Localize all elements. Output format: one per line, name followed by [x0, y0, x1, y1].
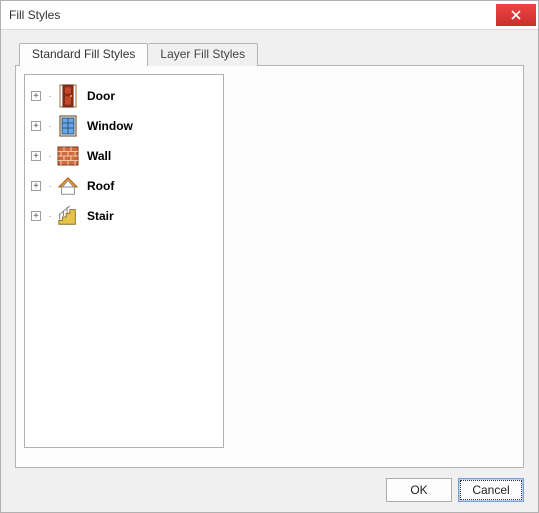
tab-layer-fill-styles[interactable]: Layer Fill Styles [148, 43, 258, 66]
expander-icon[interactable]: + [31, 211, 41, 221]
tree-item-door[interactable]: + · Door [29, 81, 219, 111]
tab-standard-fill-styles[interactable]: Standard Fill Styles [19, 43, 148, 66]
tree-connector: · [47, 91, 53, 101]
tree-item-roof[interactable]: + · Roof [29, 171, 219, 201]
stair-icon [57, 205, 79, 227]
tree-connector: · [47, 121, 53, 131]
tree-view[interactable]: + · Door + [24, 74, 224, 448]
dialog-button-row: OK Cancel [15, 468, 524, 502]
expander-icon[interactable]: + [31, 91, 41, 101]
expander-icon[interactable]: + [31, 121, 41, 131]
wall-icon [57, 145, 79, 167]
tree-item-label: Door [83, 89, 115, 103]
tree-item-label: Wall [83, 149, 111, 163]
tree-item-label: Window [83, 119, 133, 133]
tree-item-stair[interactable]: + · Stair [29, 201, 219, 231]
tree-item-wall[interactable]: + · [29, 141, 219, 171]
close-icon [511, 10, 521, 20]
door-icon [57, 85, 79, 107]
expander-icon[interactable]: + [31, 181, 41, 191]
tab-label: Layer Fill Styles [160, 47, 245, 61]
close-button[interactable] [496, 4, 536, 26]
ok-button[interactable]: OK [386, 478, 452, 502]
tab-label: Standard Fill Styles [32, 47, 135, 61]
expander-icon[interactable]: + [31, 151, 41, 161]
tree-connector: · [47, 151, 53, 161]
tree-item-window[interactable]: + · Window [29, 111, 219, 141]
dialog-body: Standard Fill Styles Layer Fill Styles +… [1, 30, 538, 512]
tree-item-label: Stair [83, 209, 114, 223]
tree-connector: · [47, 181, 53, 191]
titlebar: Fill Styles [1, 1, 538, 30]
tree-item-label: Roof [83, 179, 114, 193]
window-title: Fill Styles [9, 8, 60, 22]
tab-page-standard: + · Door + [15, 65, 524, 468]
tabstrip: Standard Fill Styles Layer Fill Styles [15, 43, 524, 66]
dialog-window: Fill Styles Standard Fill Styles Layer F… [0, 0, 539, 513]
tree-connector: · [47, 211, 53, 221]
window-icon [57, 115, 79, 137]
cancel-button[interactable]: Cancel [458, 478, 524, 502]
roof-icon [57, 175, 79, 197]
